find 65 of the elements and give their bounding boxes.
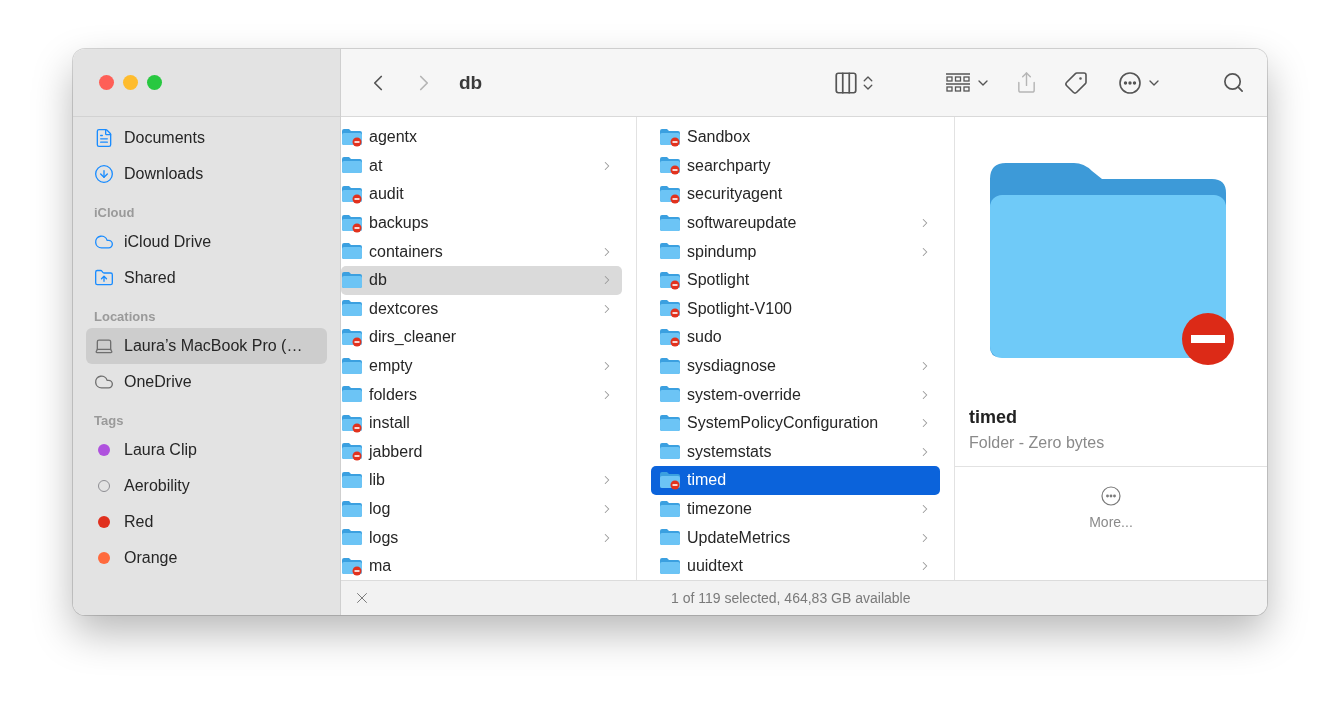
folder-row[interactable]: agentx [341,123,622,152]
ellipsis-circle-icon [1101,486,1121,506]
tag-icon [1064,70,1088,95]
sidebar-item[interactable]: Red [86,504,327,540]
folder-row[interactable]: uuidtext [651,551,940,580]
status-text: 1 of 119 selected, 464,83 GB available [671,590,911,606]
file-info: Folder - Zero bytes [968,433,1106,452]
folder-row[interactable]: sysdiagnose [651,351,940,381]
sidebar-item[interactable]: Orange [86,540,327,576]
folder-row[interactable]: timed [651,466,940,495]
sidebar-item[interactable]: Laura Clip [86,432,327,468]
download-icon [94,164,114,184]
folder-row[interactable]: searchparty [651,151,940,181]
sidebar-item[interactable]: Laura’s MacBook Pro (… [86,328,327,364]
folder-row[interactable]: log [341,494,622,524]
folder-row[interactable]: containers [341,237,622,266]
folder-row[interactable]: audit [341,180,622,209]
folder-row[interactable]: Spotlight-V100 [651,294,940,324]
folder-row[interactable]: install [341,408,622,438]
folder-row[interactable]: ma [341,551,622,580]
sidebar-section-header: Locations [93,308,157,326]
cloud-icon [94,232,114,252]
sidebar-section-header: Tags [93,412,125,430]
folder-row[interactable]: dextcores [341,294,622,324]
search-button[interactable] [1222,71,1245,94]
ellipsis-circle-icon [1118,70,1142,95]
folder-row[interactable]: backups [341,208,622,238]
folder-row[interactable]: jabberd [341,437,622,467]
folder-row[interactable]: sudo [651,323,940,352]
tag-button[interactable] [1064,70,1088,95]
document-icon [94,128,114,148]
grid-icon [945,72,971,93]
folder-row[interactable]: system-override [651,380,940,409]
search-icon [1222,71,1245,94]
folder-row[interactable]: dirs_cleaner [341,323,622,352]
folder-row[interactable]: logs [341,523,622,552]
sidebar-item[interactable]: Downloads [86,156,327,192]
folder-row[interactable]: at [341,151,622,181]
folder-row[interactable]: empty [341,351,622,381]
sidebar-item[interactable]: Documents [86,120,327,156]
folder-row[interactable]: UpdateMetrics [651,523,940,552]
columns-icon [833,69,859,96]
folder-row[interactable]: softwareupdate [651,208,940,238]
folder-row[interactable]: folders [341,380,622,409]
folder-row[interactable]: Spotlight [651,265,940,295]
sidebar-section-header: iCloud [93,204,136,222]
sidebar-item[interactable]: iCloud Drive [86,224,327,260]
sidebar-item[interactable]: Shared [86,260,327,296]
folder-row[interactable]: timezone [651,494,940,524]
folder-row[interactable]: db [341,265,622,295]
folder-row[interactable]: lib [341,466,622,495]
folder-title: db [459,71,483,94]
share-icon [1015,71,1038,94]
shared-folder-icon [94,268,114,288]
sidebar-item[interactable]: Aerobility [86,468,327,504]
folder-row[interactable]: spindump [651,237,940,266]
folder-row[interactable]: Sandbox [651,123,940,152]
folder-row[interactable]: SystemPolicyConfiguration [651,408,940,438]
more-button[interactable]: More... [1083,485,1139,531]
folder-row[interactable]: securityagent [651,180,940,209]
sidebar-item[interactable]: OneDrive [86,364,327,400]
file-name: timed [968,407,1018,428]
cloud-icon [94,372,114,392]
folder-row[interactable]: systemstats [651,437,940,467]
close-window-button[interactable] [99,75,114,90]
